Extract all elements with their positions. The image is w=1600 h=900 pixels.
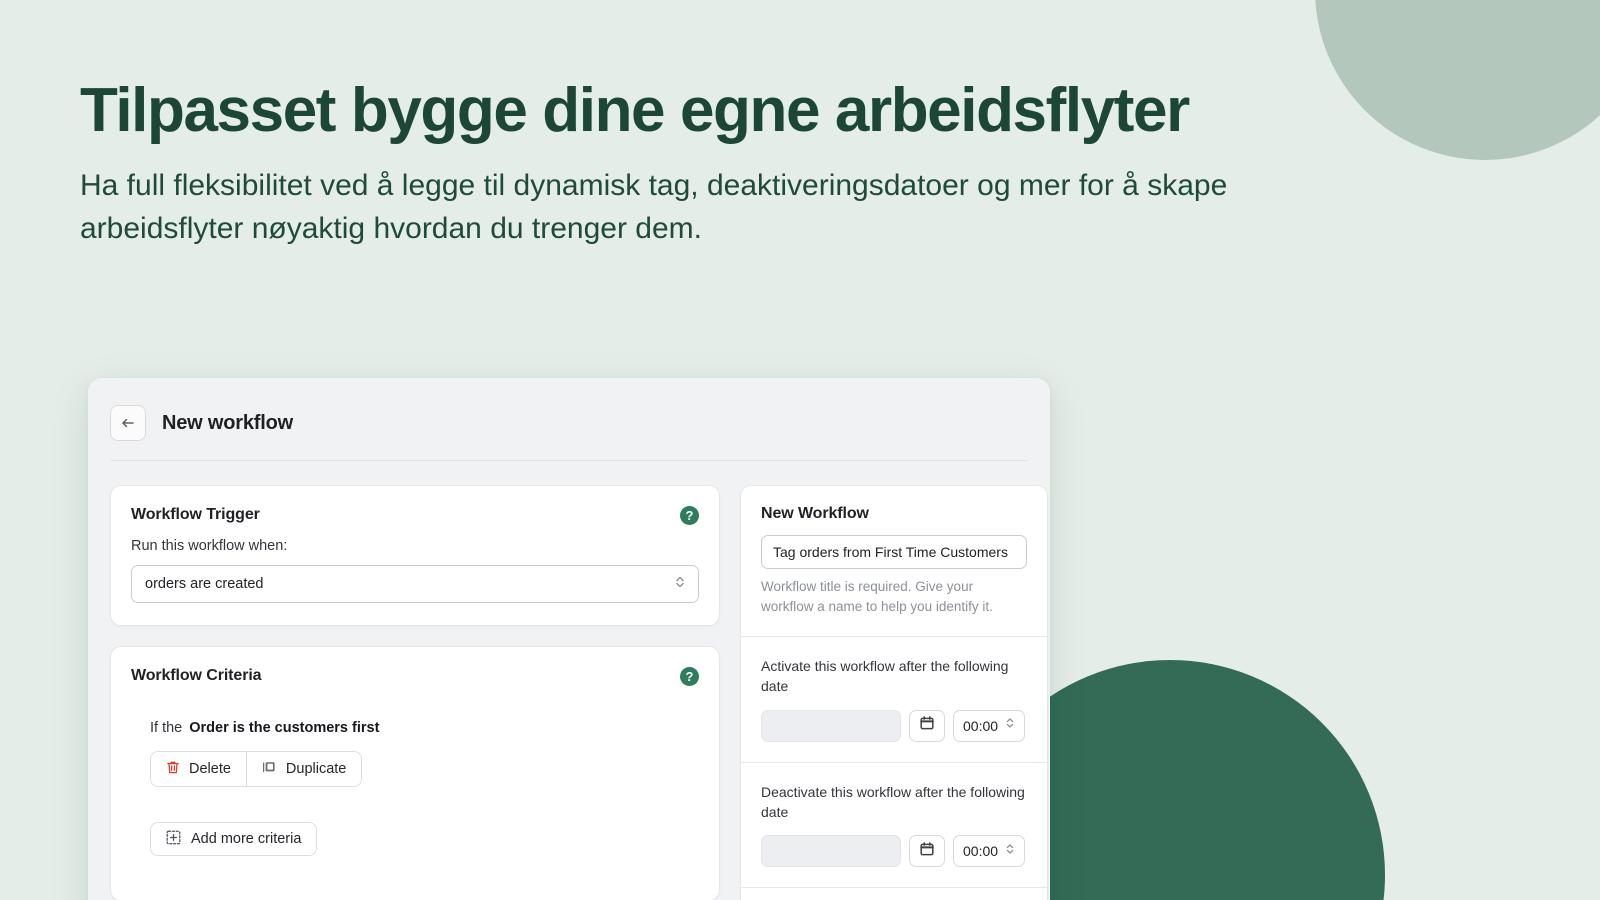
workflow-trigger-card: Workflow Trigger ? Run this workflow whe…	[110, 485, 720, 626]
question-mark-icon[interactable]: ?	[680, 667, 699, 686]
add-more-criteria-button[interactable]: Add more criteria	[150, 822, 318, 856]
trigger-select[interactable]: orders are created	[131, 565, 699, 603]
workflow-name-input[interactable]	[761, 535, 1027, 569]
app-window: New workflow Workflow Trigger ? Run this…	[88, 378, 1050, 900]
criteria-actions: Delete Duplicate	[150, 751, 363, 787]
left-column: Workflow Trigger ? Run this workflow whe…	[110, 485, 720, 900]
activate-date-row: 00:00	[761, 709, 1027, 742]
activate-date-input[interactable]	[761, 709, 901, 742]
page-subtitle: Ha full fleksibilitet ved å legge til dy…	[80, 169, 1228, 245]
trigger-card-title: Workflow Trigger	[131, 506, 260, 523]
chevron-up-down-icon	[1005, 716, 1015, 735]
dashed-plus-icon	[166, 830, 181, 849]
chevron-up-down-icon	[674, 574, 686, 595]
deactivate-date-label: Deactivate this workflow after the follo…	[761, 783, 1025, 821]
duplicate-button[interactable]: Duplicate	[245, 752, 362, 786]
app-body: Workflow Trigger ? Run this workflow whe…	[88, 461, 1050, 900]
criteria-card-header: Workflow Criteria ?	[131, 667, 699, 686]
criteria-card-title: Workflow Criteria	[131, 667, 262, 684]
app-title: New workflow	[162, 411, 293, 434]
deactivate-calendar-button[interactable]	[909, 835, 945, 868]
app-header: New workflow	[88, 378, 1050, 450]
activate-calendar-button[interactable]	[909, 709, 945, 742]
activate-date-section: Activate this workflow after the followi…	[741, 636, 1047, 762]
deactivate-date-input[interactable]	[761, 835, 901, 868]
back-button[interactable]	[110, 405, 146, 441]
deactivate-date-section: Deactivate this workflow after the follo…	[741, 761, 1047, 888]
workflow-settings-card: New Workflow Workflow title is required.…	[740, 485, 1048, 900]
hero-section: Tilpasset bygge dine egne arbeidsflyter …	[80, 78, 1410, 250]
calendar-icon	[919, 715, 935, 736]
duplicate-button-label: Duplicate	[285, 761, 347, 777]
new-workflow-section: New Workflow Workflow title is required.…	[741, 486, 1047, 636]
arrow-left-icon	[120, 415, 136, 431]
add-more-criteria-label: Add more criteria	[191, 831, 302, 847]
activate-time-value: 00:00	[963, 717, 999, 734]
criteria-condition: Order is the customers first	[189, 720, 380, 736]
deactivate-time-select[interactable]: 00:00	[953, 835, 1026, 868]
trash-icon	[166, 760, 180, 779]
new-workflow-title: New Workflow	[761, 505, 869, 522]
trigger-card-header: Workflow Trigger ?	[131, 506, 699, 525]
right-column: New Workflow Workflow title is required.…	[740, 485, 1048, 900]
criteria-prefix: If the	[150, 720, 183, 736]
criteria-rule-text: If the Order is the customers first	[150, 720, 699, 736]
copy-icon	[262, 760, 277, 779]
delete-button-label: Delete	[189, 761, 231, 777]
activate-date-label: Activate this workflow after the followi…	[761, 658, 1009, 695]
deactivate-time-value: 00:00	[963, 843, 999, 860]
delete-button[interactable]: Delete	[151, 752, 246, 786]
activate-time-select[interactable]: 00:00	[953, 709, 1026, 742]
criteria-rule-row: If the Order is the customers first Dele…	[131, 720, 699, 856]
trigger-select-value: orders are created	[145, 576, 264, 592]
workflow-name-helper: Workflow title is required. Give your wo…	[761, 579, 993, 614]
chevron-up-down-icon	[1005, 842, 1015, 861]
calendar-icon	[919, 841, 935, 862]
next-section-partial	[741, 887, 1047, 900]
trigger-field-label: Run this workflow when:	[131, 538, 288, 554]
page-title: Tilpasset bygge dine egne arbeidsflyter	[80, 76, 1190, 145]
workflow-criteria-card: Workflow Criteria ? If the Order is the c…	[110, 646, 720, 900]
question-mark-icon[interactable]: ?	[680, 506, 699, 525]
deactivate-date-row: 00:00	[761, 835, 1027, 868]
